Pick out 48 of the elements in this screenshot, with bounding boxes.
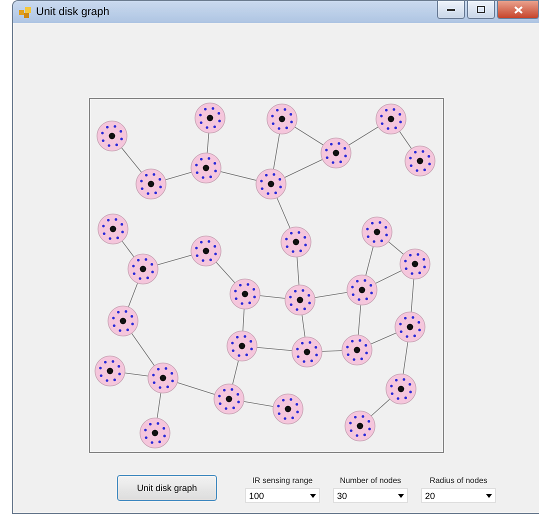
- node: [226, 330, 258, 362]
- node: [400, 248, 430, 280]
- node: [128, 254, 158, 284]
- app-icon: [19, 6, 31, 18]
- maximize-button[interactable]: [467, 1, 495, 19]
- node: [194, 102, 226, 134]
- node: [94, 356, 126, 386]
- node: [394, 312, 426, 342]
- maximize-icon: [477, 6, 485, 13]
- node: [404, 146, 436, 176]
- node: [362, 216, 392, 248]
- minimize-icon: [447, 8, 455, 11]
- node: [96, 120, 128, 152]
- dropdown-arrow-icon: [398, 494, 404, 498]
- node: [344, 410, 376, 442]
- node: [190, 236, 222, 266]
- setting-dropdown[interactable]: 20: [421, 488, 496, 503]
- setting-label: IR sensing range: [252, 476, 313, 485]
- node: [284, 284, 316, 316]
- node: [108, 306, 138, 336]
- node: [342, 334, 372, 366]
- node: [292, 336, 322, 368]
- node: [320, 138, 352, 168]
- window-title: Unit disk graph: [36, 6, 110, 18]
- setting-label: Number of nodes: [340, 476, 402, 485]
- dropdown-arrow-icon: [310, 494, 316, 498]
- node: [256, 168, 286, 200]
- setting-label: Radius of nodes: [430, 476, 488, 485]
- node: [214, 384, 244, 414]
- close-button[interactable]: [497, 1, 539, 19]
- setting-dropdown[interactable]: 30: [333, 488, 408, 503]
- dropdown-arrow-icon: [486, 494, 492, 498]
- setting-dropdown[interactable]: 100: [245, 488, 320, 503]
- node: [136, 168, 166, 200]
- node: [376, 104, 406, 134]
- node: [140, 418, 170, 448]
- unit-disk-graph-button[interactable]: Unit disk graph: [117, 475, 217, 501]
- node: [280, 226, 312, 258]
- node: [386, 374, 416, 404]
- node: [190, 152, 222, 184]
- node: [266, 104, 298, 134]
- node: [346, 274, 378, 306]
- node: [98, 214, 128, 244]
- node: [230, 278, 260, 310]
- close-icon: [514, 6, 522, 14]
- node: [272, 394, 304, 424]
- node: [148, 362, 178, 394]
- minimize-button[interactable]: [437, 1, 465, 19]
